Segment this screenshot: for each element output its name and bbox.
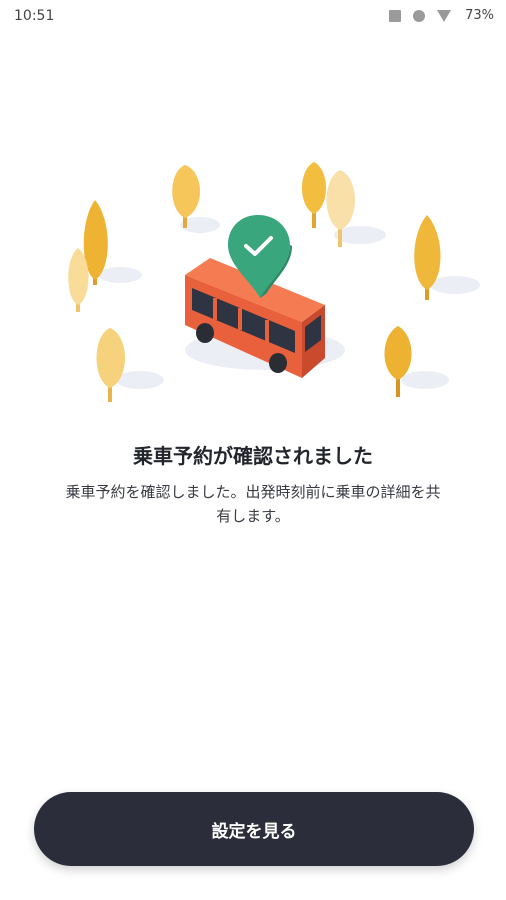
tree-bottom-left xyxy=(96,328,125,402)
confirmation-description: 乗車予約を確認しました。出発時刻前に乗車の詳細を共有します。 xyxy=(65,483,441,525)
confirmation-title: 乗車予約が確認されました xyxy=(133,444,373,468)
wifi-icon xyxy=(437,9,452,22)
battery-percentage: 73% xyxy=(465,8,494,23)
notification-square-icon xyxy=(389,9,402,22)
status-time: 10:51 xyxy=(14,8,55,24)
tree-top-right-1 xyxy=(302,162,326,228)
notification-circle-icon xyxy=(413,9,426,22)
status-icons: 73% xyxy=(389,8,494,23)
view-settings-button[interactable]: 設定を見る xyxy=(34,792,474,866)
status-bar: 10:51 73% xyxy=(0,0,506,34)
bus-confirmation-illustration xyxy=(68,162,480,402)
tree-bottom-right xyxy=(384,326,412,397)
